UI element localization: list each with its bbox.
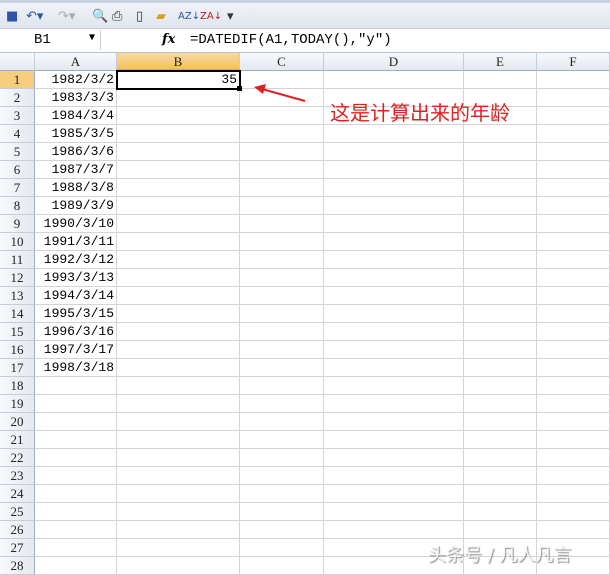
fill-handle[interactable] <box>237 86 242 91</box>
annotation-text: 这是计算出来的年龄 <box>330 101 510 125</box>
arrow-annotation <box>254 84 306 102</box>
watermark: 头条号 / 凡人凡言 <box>428 545 572 566</box>
cell-B1[interactable]: 35 <box>116 70 241 90</box>
